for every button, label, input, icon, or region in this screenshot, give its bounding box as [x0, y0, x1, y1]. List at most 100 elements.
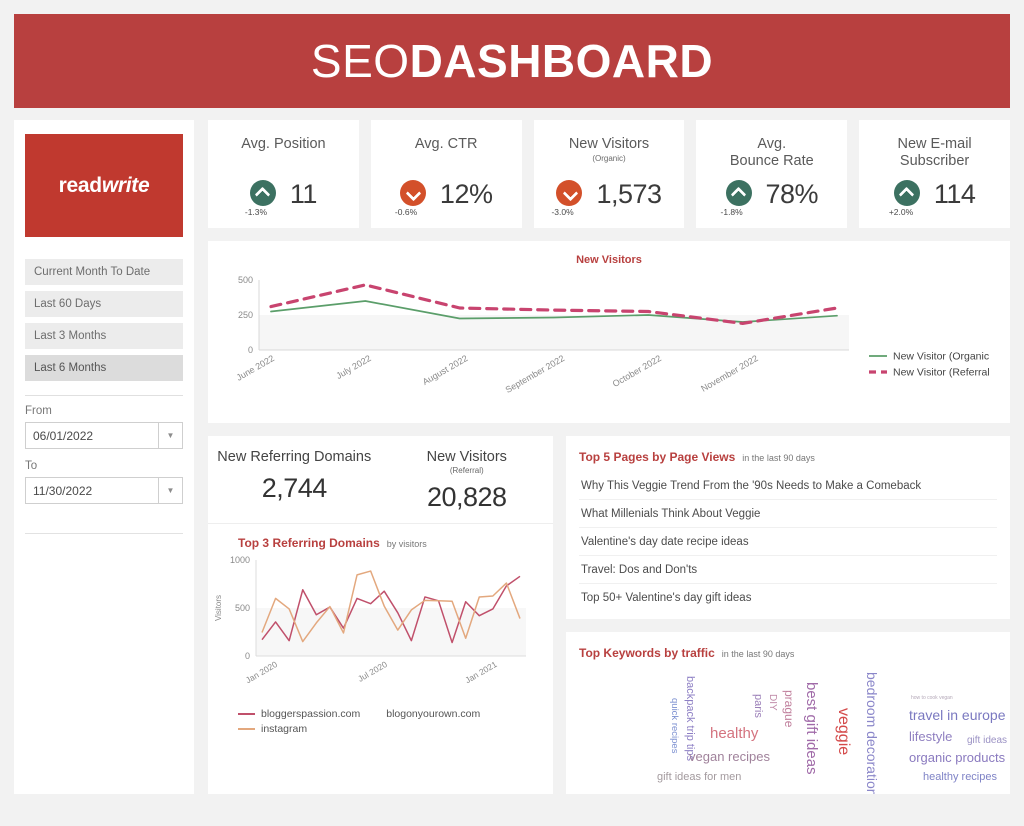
kpi-card-1: Avg. CTR -0.6% 12% [370, 120, 522, 228]
top-pages-list: Why This Veggie Trend From the '90s Need… [579, 472, 997, 611]
from-date-field[interactable]: 06/01/2022 ▼ [25, 422, 183, 449]
top-page-item[interactable]: Top 50+ Valentine's day gift ideas [579, 584, 997, 611]
svg-text:June 2022: June 2022 [235, 353, 276, 383]
kpi-delta: -1.3% [244, 206, 268, 217]
top-keywords-subtitle: in the last 90 days [721, 649, 795, 659]
chevron-up-icon [893, 179, 920, 206]
brand-logo-write: write [101, 173, 150, 197]
new-visitors-line-chart: 0 250 500 June 2022 July 2022 August 2022 Sept… [235, 275, 989, 395]
top-page-item[interactable]: Why This Veggie Trend From the '90s Need… [579, 472, 997, 500]
brand-logo-text: readwrite [59, 174, 150, 198]
kpi-value: 12% [439, 179, 493, 209]
svg-text:500: 500 [235, 603, 250, 613]
keyword-item[interactable]: best gift ideas [803, 682, 820, 775]
to-label: To [25, 460, 38, 472]
kpi-value: 11 [289, 179, 318, 209]
keyword-item[interactable]: veggie [835, 708, 852, 755]
top-referring-domains-line-chart: 0 500 1000 Visitors Jan 2020 Jul 2020 Jan 2021 [214, 555, 526, 685]
top-keywords-title: Top Keywords by traffic [579, 646, 715, 660]
kpi-title: Avg. CTR [414, 136, 478, 152]
page-title: SEODASHBOARD [311, 34, 713, 88]
top-page-item[interactable]: What Millenials Think About Veggie [579, 500, 997, 528]
sidebar-divider [25, 395, 183, 396]
kpi-trend-badge: -0.6% [395, 179, 430, 217]
new-visitors-chart-title: New Visitors [219, 250, 999, 268]
keyword-item[interactable]: healthy recipes [923, 772, 997, 783]
kpi-delta: +2.0% [888, 206, 914, 217]
dashboard-header: SEODASHBOARD [14, 14, 1010, 108]
svg-text:October 2022: October 2022 [611, 353, 663, 389]
keyword-item[interactable]: travel in europe [909, 708, 1006, 722]
keyword-item[interactable]: paris [752, 694, 764, 718]
kpi-body: +2.0% 114 [889, 179, 976, 217]
chevron-down-icon[interactable]: ▼ [158, 423, 182, 448]
keyword-cloud: backpack trip tips quick recipes paris DIY p… [579, 668, 1007, 794]
chevron-down-icon[interactable]: ▼ [158, 478, 182, 503]
chevron-down-icon [556, 179, 583, 206]
new-visitors-referral-value: 20,828 [426, 481, 507, 512]
legend-swatch-line [238, 727, 255, 730]
sidebar-range-current-month[interactable]: Current Month To Date [25, 259, 183, 285]
legend-item-bloggerspassion[interactable]: bloggerspassion.com [238, 708, 360, 720]
kpi-title: New Visitors (Organic) [568, 136, 650, 163]
svg-text:Jul 2020: Jul 2020 [356, 659, 389, 684]
svg-text:September 2022: September 2022 [504, 353, 567, 395]
to-date-field[interactable]: 11/30/2022 ▼ [25, 477, 183, 504]
svg-text:0: 0 [248, 345, 253, 355]
kpi-trend-badge: +2.0% [889, 179, 924, 217]
legend-swatch-line [238, 712, 255, 715]
legend-label-instagram: instagram [261, 722, 308, 735]
kpi-delta: -0.6% [394, 206, 418, 217]
keyword-item[interactable]: how to cook vegan [911, 696, 953, 701]
kpi-subtitle: (Organic) [592, 153, 626, 163]
top-page-item[interactable]: Valentine's day date recipe ideas [579, 528, 997, 556]
keyword-item[interactable]: vegan recipes [689, 750, 770, 763]
keyword-item[interactable]: bedroom decoration [864, 672, 880, 794]
keyword-item[interactable]: DIY [767, 694, 778, 711]
svg-text:New Visitor (Referral): New Visitor (Referral) [893, 367, 989, 379]
legend-item-instagram[interactable]: instagram [238, 723, 360, 735]
keyword-item[interactable]: gift ideas [967, 736, 1007, 746]
svg-text:November 2022: November 2022 [699, 353, 759, 394]
top-page-item[interactable]: Travel: Dos and Don'ts [579, 556, 997, 584]
kpi-value: 78% [765, 179, 819, 209]
kpi-trend-badge: -1.3% [245, 179, 280, 217]
keyword-item[interactable]: organic products [909, 751, 1005, 764]
kpi-title: New E-mail Subscriber [897, 136, 972, 169]
keyword-item[interactable]: lifestyle [909, 730, 952, 743]
top-referring-domains-title-text: Top 3 Referring Domains [238, 535, 380, 550]
kpi-trend-badge: -3.0% [551, 179, 586, 217]
dashboard-page: SEODASHBOARD readwrite Current Month To … [0, 0, 1024, 826]
svg-text:August 2022: August 2022 [421, 353, 470, 387]
keyword-item[interactable]: healthy [710, 726, 758, 741]
top-pages-title: Top 5 Pages by Page Views [579, 450, 736, 464]
new-visitors-chart-panel: New Visitors 0 250 500 June 2022 July 2022 Au… [208, 241, 1010, 423]
keyword-item[interactable]: prague [782, 690, 796, 727]
new-referring-domains-label: New Referring Domains [217, 449, 372, 465]
kpi-row: Avg. Position -1.3% 11 Avg. CTR -0.6% 12% New … [208, 120, 1010, 228]
kpi-body: -3.0% 1,573 [551, 179, 662, 217]
sidebar-range-last-6-months[interactable]: Last 6 Months [25, 355, 183, 381]
svg-text:Jan 2020: Jan 2020 [244, 659, 280, 685]
legend-item-blogonyourown[interactable]: blogonyourown.com [386, 708, 480, 720]
page-title-bold: DASHBOARD [409, 35, 714, 87]
svg-text:1000: 1000 [230, 555, 250, 565]
new-visitors-referral-stat: New Visitors (Referral) 20,828 [381, 436, 554, 523]
page-title-thin: SEO [310, 35, 410, 87]
kpi-value: 1,573 [596, 179, 662, 209]
top-referring-domains-subtitle: by visitors [386, 538, 427, 549]
legend-label-blogonyourown: blogonyourown.com [386, 707, 481, 720]
chevron-down-icon [399, 179, 426, 206]
to-date-value: 11/30/2022 [33, 483, 93, 498]
kpi-card-0: Avg. Position -1.3% 11 [208, 120, 359, 228]
keyword-item[interactable]: gift ideas for men [657, 772, 741, 783]
keyword-item[interactable]: quick recipes [669, 698, 680, 753]
top-pages-header: Top 5 Pages by Page Views in the last 90 … [579, 448, 997, 466]
svg-text:July 2022: July 2022 [334, 353, 372, 381]
sidebar-range-last-60-days[interactable]: Last 60 Days [25, 291, 183, 317]
sidebar-range-last-3-months[interactable]: Last 3 Months [25, 323, 183, 349]
bignum-row: New Referring Domains 2,744 New Visitors… [208, 436, 553, 524]
svg-text:Jan 2021: Jan 2021 [463, 659, 499, 685]
svg-text:500: 500 [238, 275, 253, 285]
svg-text:Visitors: Visitors [214, 595, 223, 621]
